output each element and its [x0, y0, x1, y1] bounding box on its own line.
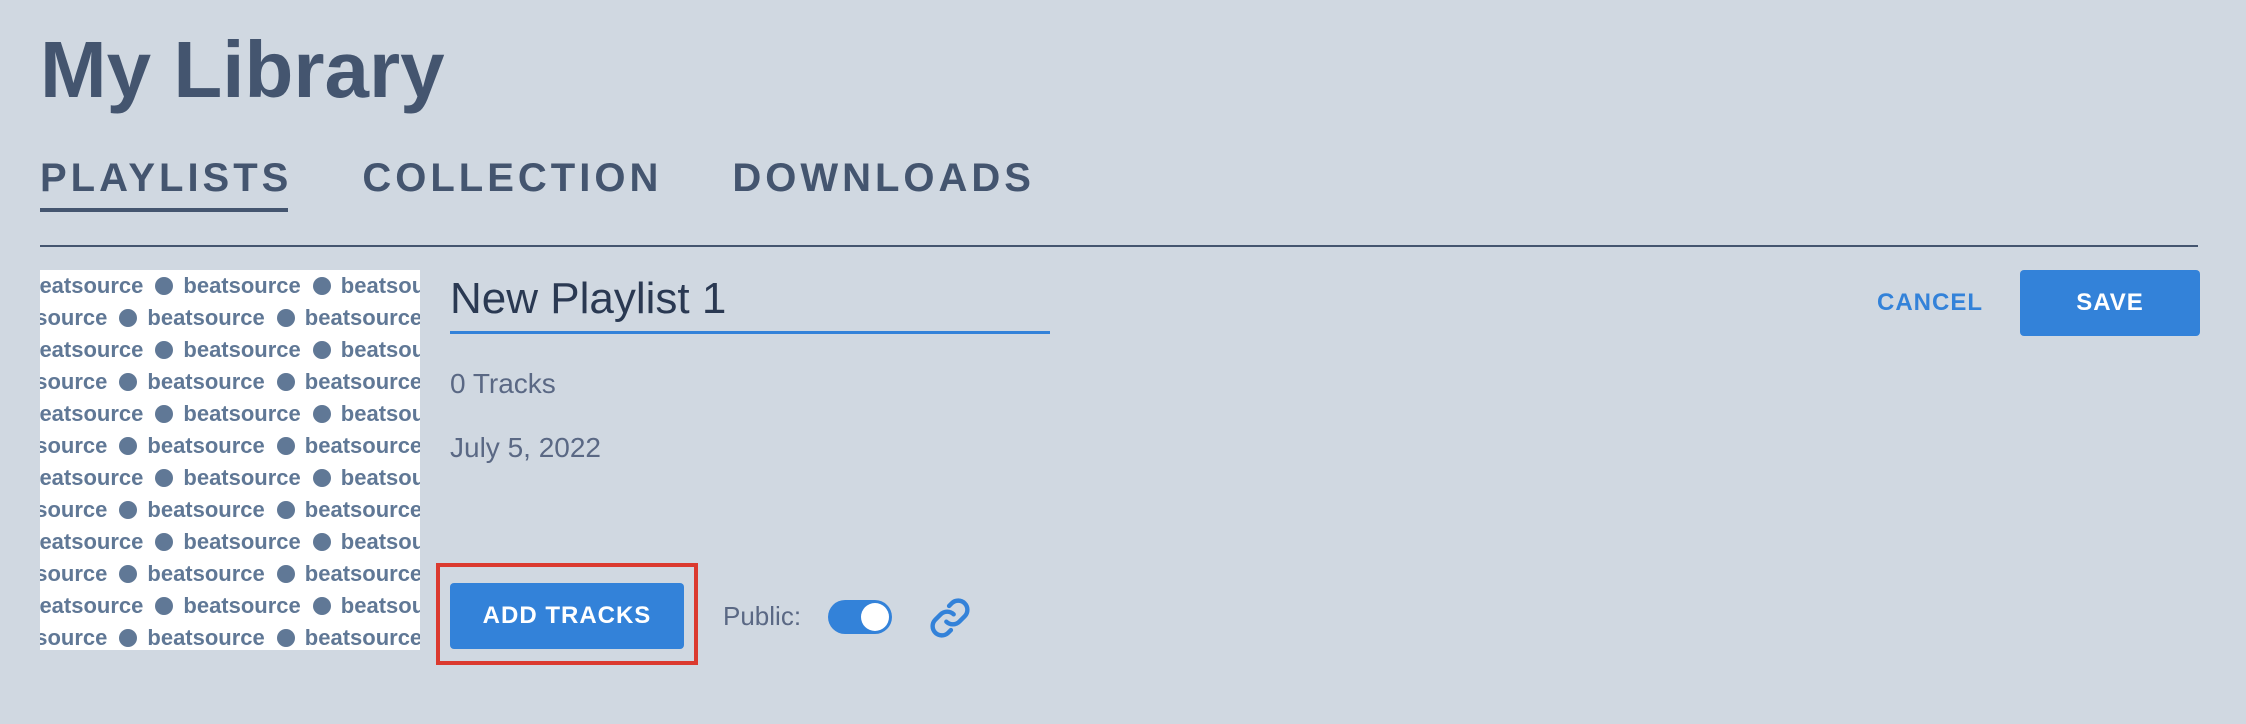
artwork-pattern-row: beatsourcebeatsourcebeatsourcebeatsource [40, 558, 420, 590]
artwork-pattern-text: beatsource [304, 369, 420, 394]
artwork-pattern-text: beatsource [340, 273, 420, 298]
artwork-pattern-text: beatsource [340, 529, 420, 554]
beatsource-logo-icon [119, 628, 138, 647]
beatsource-logo-icon [276, 308, 295, 327]
artwork-pattern-text: beatsource [183, 337, 301, 362]
artwork-pattern-text: beatsource [40, 337, 144, 362]
beatsource-logo-icon [276, 372, 295, 391]
beatsource-logo-icon [312, 596, 331, 615]
cancel-button[interactable]: CANCEL [1868, 270, 1992, 336]
artwork-pattern-text: beatsource [40, 529, 144, 554]
beatsource-logo-icon [119, 372, 138, 391]
beatsource-logo-icon [276, 436, 295, 455]
artwork-pattern-row: beatsourcebeatsourcebeatsourcebeatsource [40, 494, 420, 526]
artwork-pattern-row: beatsourcebeatsourcebeatsourcebeatsource [40, 622, 420, 650]
tab-playlists[interactable]: PLAYLISTS [40, 150, 292, 212]
beatsource-logo-icon [312, 532, 331, 551]
artwork-pattern-text: beatsource [340, 593, 420, 618]
save-button[interactable]: SAVE [2020, 270, 2200, 336]
artwork-pattern-text: beatsource [40, 401, 144, 426]
artwork-pattern-text: beatsource [304, 305, 420, 330]
artwork-pattern-text: beatsource [183, 465, 301, 490]
artwork-pattern-text: beatsource [183, 401, 301, 426]
tab-collection[interactable]: COLLECTION [362, 150, 662, 206]
public-toggle[interactable] [828, 600, 892, 634]
beatsource-logo-icon [155, 404, 174, 423]
artwork-pattern-text: beatsource [304, 625, 420, 650]
artwork-pattern-text: beatsource [304, 561, 420, 586]
artwork-pattern-row: beatsourcebeatsourcebeatsourcebeatsource [40, 334, 420, 366]
artwork-pattern-text: beatsource [183, 273, 301, 298]
artwork-pattern-text: beatsource [40, 593, 144, 618]
beatsource-logo-icon [276, 500, 295, 519]
playlist-name-input[interactable] [450, 270, 1050, 328]
beatsource-logo-icon [155, 532, 174, 551]
artwork-pattern-text: beatsource [147, 305, 265, 330]
tabs-divider [40, 245, 2198, 247]
beatsource-logo-icon [155, 596, 174, 615]
artwork-pattern-text: beatsource [183, 529, 301, 554]
artwork-pattern-row: beatsourcebeatsourcebeatsourcebeatsource [40, 430, 420, 462]
artwork-pattern-text: beatsource [147, 369, 265, 394]
artwork-pattern-text: beatsource [40, 625, 108, 650]
artwork-pattern-text: beatsource [340, 337, 420, 362]
beatsource-logo-icon [276, 564, 295, 583]
beatsource-logo-icon [119, 308, 138, 327]
beatsource-logo-icon [276, 628, 295, 647]
beatsource-logo-icon [155, 276, 174, 295]
artwork-pattern-text: beatsource [40, 369, 108, 394]
playlist-date: July 5, 2022 [450, 432, 601, 463]
add-tracks-button[interactable]: ADD TRACKS [450, 583, 684, 649]
artwork-pattern-row: beatsourcebeatsourcebeatsourcebeatsource [40, 526, 420, 558]
artwork-pattern-text: beatsource [147, 561, 265, 586]
artwork-pattern-text: beatsource [304, 433, 420, 458]
artwork-pattern-text: beatsource [40, 497, 108, 522]
artwork-pattern-row: beatsourcebeatsourcebeatsourcebeatsource [40, 302, 420, 334]
public-label: Public: [723, 601, 802, 631]
artwork-pattern-text: beatsource [147, 433, 265, 458]
artwork-pattern-text: beatsource [340, 401, 420, 426]
artwork-pattern-row: beatsourcebeatsourcebeatsourcebeatsource [40, 462, 420, 494]
artwork-pattern-row: beatsourcebeatsourcebeatsourcebeatsource [40, 590, 420, 622]
artwork-pattern-text: beatsource [40, 273, 144, 298]
beatsource-logo-icon [312, 468, 331, 487]
toggle-knob [861, 603, 889, 631]
artwork-pattern-row: beatsourcebeatsourcebeatsourcebeatsource [40, 398, 420, 430]
beatsource-logo-icon [155, 340, 174, 359]
beatsource-logo-icon [119, 564, 138, 583]
artwork-pattern-row: beatsourcebeatsourcebeatsourcebeatsource [40, 270, 420, 302]
link-icon[interactable] [928, 596, 972, 640]
artwork-pattern-text: beatsource [147, 625, 265, 650]
artwork-pattern-text: beatsource [40, 305, 108, 330]
beatsource-logo-icon [312, 404, 331, 423]
beatsource-logo-icon [155, 468, 174, 487]
tab-downloads[interactable]: DOWNLOADS [732, 150, 1035, 206]
page-title: My Library [40, 25, 445, 114]
beatsource-logo-icon [312, 340, 331, 359]
playlist-name-field[interactable] [450, 270, 1050, 334]
artwork-pattern-text: beatsource [304, 497, 420, 522]
artwork-pattern-text: beatsource [40, 433, 108, 458]
artwork-pattern-text: beatsource [183, 593, 301, 618]
artwork-pattern-text: beatsource [40, 465, 144, 490]
artwork-pattern-text: beatsource [40, 561, 108, 586]
track-count: 0 Tracks [450, 368, 556, 399]
artwork-pattern-row: beatsourcebeatsourcebeatsourcebeatsource [40, 366, 420, 398]
playlist-artwork: beatsourcebeatsourcebeatsourcebeatsource… [40, 270, 420, 650]
beatsource-logo-icon [119, 500, 138, 519]
artwork-pattern-text: beatsource [147, 497, 265, 522]
library-tabs: PLAYLISTS COLLECTION DOWNLOADS [40, 150, 1035, 212]
beatsource-logo-icon [119, 436, 138, 455]
beatsource-logo-icon [312, 276, 331, 295]
artwork-pattern-text: beatsource [340, 465, 420, 490]
